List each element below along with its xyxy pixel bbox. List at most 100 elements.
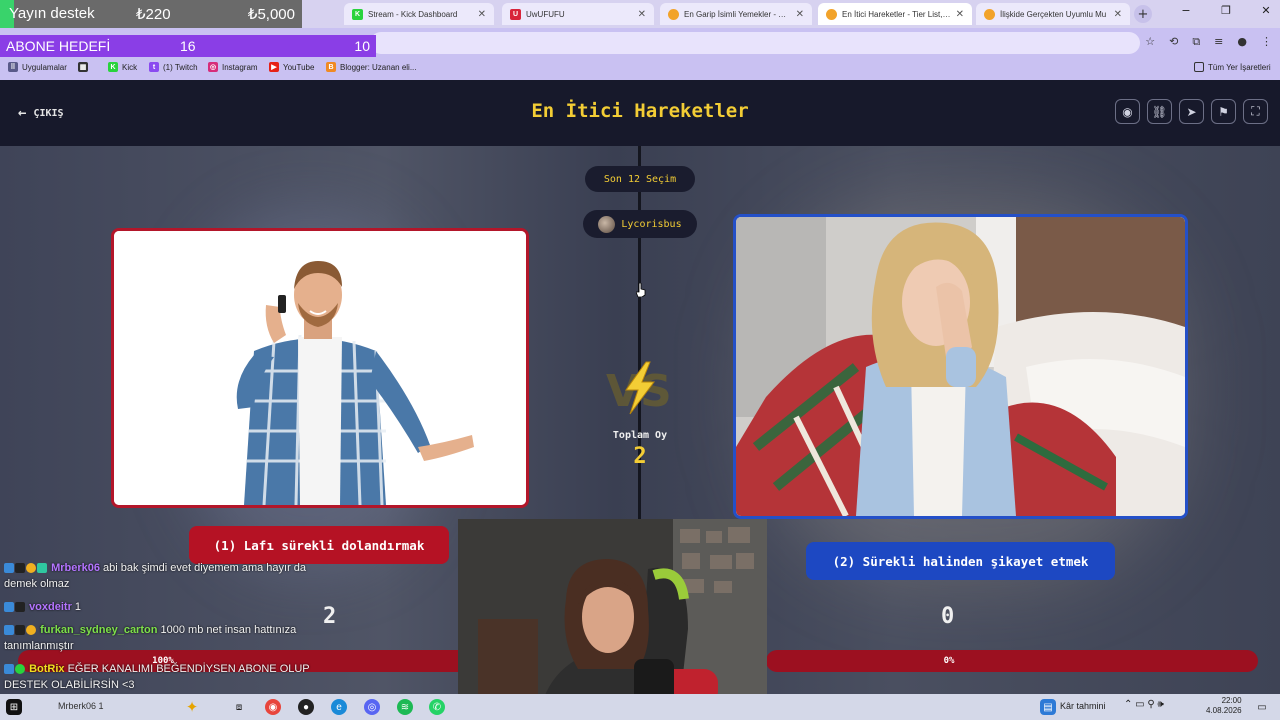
translate-icon[interactable]: ⟲	[1169, 35, 1178, 49]
system-tray-icons[interactable]: ⌃ ▭ ⚲ 🕪	[1124, 699, 1164, 710]
sub-goal-current: 16	[180, 38, 196, 54]
share-icon[interactable]: ➤	[1179, 99, 1204, 124]
badge-icon	[26, 625, 36, 636]
close-tab-icon[interactable]: ✕	[638, 9, 646, 20]
windows-start-icon[interactable]: ⊞	[6, 699, 22, 715]
voter-pill: Lycorisbus	[583, 210, 697, 238]
reading-list-icon[interactable]: ≡	[1214, 35, 1223, 49]
youtube-icon: ▶	[269, 62, 279, 72]
instagram-icon: ◎	[208, 62, 218, 72]
weather-icon: ▤	[1040, 699, 1056, 715]
chat-message: furkan_sydney_carton 1000 mb net insan h…	[4, 622, 320, 654]
spotify-icon[interactable]: ≋	[397, 699, 413, 715]
minimize-button[interactable]: −	[1178, 4, 1194, 17]
url-field[interactable]	[370, 32, 1140, 54]
close-tab-icon[interactable]: ✕	[478, 9, 486, 20]
tab-kick-dashboard[interactable]: K Stream - Kick Dashboard ✕	[344, 3, 494, 25]
new-tab-button[interactable]: +	[1134, 5, 1152, 23]
recent-choices-label: Son 12 Seçim	[603, 173, 677, 185]
taskbar-search-text[interactable]: Mrberk06 1	[58, 701, 104, 711]
uwufufu-icon	[826, 8, 837, 20]
task-view-icon[interactable]: ⧈	[231, 699, 247, 715]
kick-icon: K	[108, 62, 118, 72]
weather-text[interactable]: Kâr tahmini	[1060, 701, 1106, 711]
bookmark-instagram[interactable]: ◎ Instagram	[208, 62, 258, 72]
chat-username[interactable]: Mrberk06	[51, 562, 100, 574]
bookmark-grid[interactable]: ▦	[78, 62, 88, 72]
chat-username[interactable]: furkan_sydney_carton	[40, 624, 157, 636]
clock[interactable]: 22:00 4.08.2026	[1206, 696, 1242, 716]
sub-goal-overlay: ABONE HEDEFİ 16 10	[0, 35, 376, 57]
badge-icon	[15, 602, 25, 613]
obs-icon[interactable]: ●	[298, 699, 314, 715]
bookmark-youtube[interactable]: ▶ YouTube	[269, 62, 314, 72]
extensions-icon[interactable]: ⧉	[1192, 35, 1200, 49]
sub-goal-label: ABONE HEDEFİ	[6, 38, 111, 54]
profile-avatar[interactable]: ●	[1237, 35, 1247, 49]
badge-icon	[4, 563, 14, 574]
maximize-button[interactable]: ❐	[1218, 4, 1234, 17]
edge-icon[interactable]: e	[331, 699, 347, 715]
discord-icon[interactable]: ◎	[364, 699, 380, 715]
tab-garip-yemekler[interactable]: En Garip İsimli Yemekler - Tier ✕	[660, 3, 812, 25]
stream-chat-overlay: Mrberk06 abi bak şimdi evet diyemem ama …	[4, 560, 320, 700]
option-right-label: (2) Sürekli halinden şikayet etmek	[832, 553, 1089, 569]
bookmark-label: Blogger: Uzanan eli...	[340, 62, 417, 72]
eye-icon[interactable]: ◉	[1115, 99, 1140, 124]
tab-title: En İtici Hareketler - Tier List, Ki	[842, 9, 951, 19]
sparkle-icon: ✦	[185, 699, 199, 716]
bookmark-kick[interactable]: K Kick	[108, 62, 137, 72]
all-bookmarks[interactable]: Tüm Yer İşaretleri	[1194, 62, 1271, 72]
voter-avatar	[598, 215, 616, 233]
uwufufu-icon	[668, 8, 679, 20]
whatsapp-icon[interactable]: ✆	[429, 699, 445, 715]
tab-iliskide-uyumlu[interactable]: İlişkide Gerçekten Uyumlu Mu ✕	[976, 3, 1130, 25]
tab-title: Stream - Kick Dashboard	[368, 9, 458, 19]
bookmark-blogger[interactable]: B Blogger: Uzanan eli...	[326, 62, 417, 72]
option-right-button[interactable]: (2) Sürekli halinden şikayet etmek	[806, 542, 1115, 580]
clock-date: 4.08.2026	[1206, 706, 1242, 715]
bookmarks-bar: ⠿ Uygulamalar ▦ K Kick t (1) Twitch ◎ In…	[0, 58, 1280, 80]
chat-text: 1	[74, 601, 82, 614]
tab-title: İlişkide Gerçekten Uyumlu Mu	[1000, 9, 1107, 19]
option-left-button[interactable]: (1) Lafı sürekli dolandırmak	[189, 526, 449, 564]
badge-icon	[4, 664, 14, 675]
grid-icon: ▦	[78, 62, 88, 72]
close-tab-icon[interactable]: ✕	[956, 9, 964, 20]
page-header: ← ÇIKIŞ En İtici Hareketler ◉ ⛓ ➤ ⚑ ⛶	[0, 80, 1280, 146]
flag-icon[interactable]: ⚑	[1211, 99, 1236, 124]
screen: K Stream - Kick Dashboard ✕ U UwUFUFU ✕ …	[0, 0, 1280, 720]
bookmark-star-icon[interactable]: ☆	[1145, 35, 1155, 49]
sub-goal-target: 10	[354, 38, 370, 54]
tab-uwufufu[interactable]: U UwUFUFU ✕	[502, 3, 654, 25]
chat-badges	[4, 661, 26, 677]
bookmark-label: YouTube	[283, 62, 315, 72]
hand-cursor-icon	[636, 283, 646, 297]
option-card-left[interactable]	[111, 228, 529, 508]
link-icon[interactable]: ⛓	[1147, 99, 1172, 124]
total-votes-label: Toplam Oy	[612, 430, 668, 441]
kick-icon: K	[352, 8, 363, 20]
bookmark-label: Kick	[122, 62, 138, 72]
fullscreen-icon[interactable]: ⛶	[1243, 99, 1268, 124]
exit-button[interactable]: ← ÇIKIŞ	[18, 105, 64, 121]
close-window-button[interactable]: ✕	[1258, 4, 1274, 17]
close-tab-icon[interactable]: ✕	[796, 9, 804, 20]
chat-message: BotRix EĞER KANALIMI BEĞENDİYSEN ABONE O…	[4, 661, 320, 693]
chrome-icon[interactable]: ◉	[265, 699, 281, 715]
option-card-right[interactable]	[733, 214, 1188, 519]
menu-icon[interactable]: ⋮	[1261, 35, 1272, 49]
chat-username[interactable]: voxdeitr	[29, 601, 72, 613]
bookmark-apps[interactable]: ⠿ Uygulamalar	[8, 62, 67, 72]
total-votes-value: 2	[633, 444, 647, 469]
badge-icon	[4, 602, 14, 613]
chat-username[interactable]: BotRix	[29, 663, 64, 675]
bookmark-twitch[interactable]: t (1) Twitch	[149, 62, 198, 72]
header-actions: ◉ ⛓ ➤ ⚑ ⛶	[1115, 99, 1268, 124]
notification-icon[interactable]: ▭	[1254, 699, 1270, 715]
recent-choices-pill[interactable]: Son 12 Seçim	[585, 166, 695, 192]
close-tab-icon[interactable]: ✕	[1114, 9, 1122, 20]
voter-name: Lycorisbus	[621, 218, 682, 230]
tab-itici-hareketler[interactable]: En İtici Hareketler - Tier List, Ki ✕	[818, 3, 972, 25]
tab-title: En Garip İsimli Yemekler - Tier	[684, 9, 791, 19]
